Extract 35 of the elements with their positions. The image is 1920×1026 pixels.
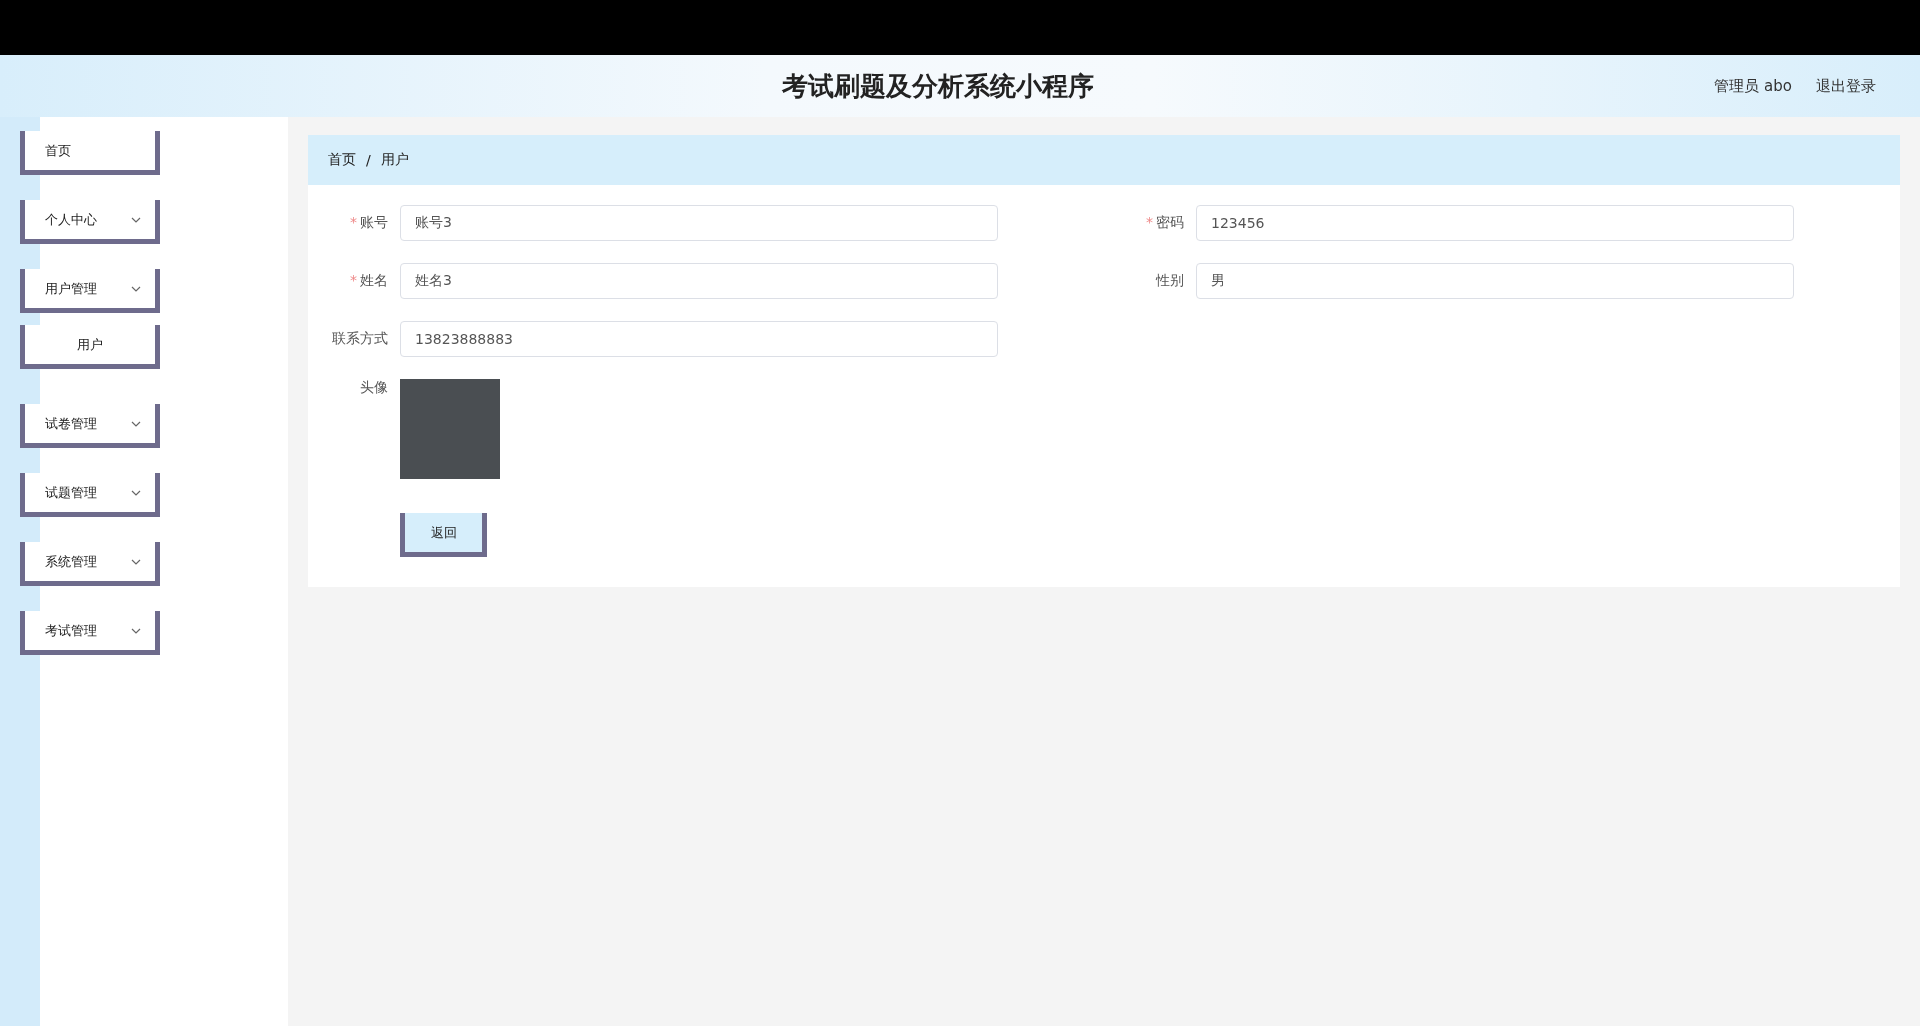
input-field[interactable]: 男: [1196, 263, 1794, 299]
sidebar-item[interactable]: 个人中心: [20, 200, 160, 244]
breadcrumb-separator: /: [366, 152, 371, 168]
chevron-down-icon: [131, 216, 141, 223]
field-label: 姓名: [360, 272, 388, 290]
sidebar-item[interactable]: 考试管理: [20, 611, 160, 655]
field-label: 账号: [360, 214, 388, 232]
sidebar-item[interactable]: 试题管理: [20, 473, 160, 517]
input-field[interactable]: 姓名3: [400, 263, 998, 299]
app-title: 考试刷题及分析系统小程序: [782, 69, 1094, 103]
sidebar-subitem[interactable]: 用户: [20, 325, 160, 369]
sidebar-item[interactable]: 试卷管理: [20, 404, 160, 448]
logout-link[interactable]: 退出登录: [1816, 76, 1876, 96]
sidebar-item[interactable]: 系统管理: [20, 542, 160, 586]
input-field[interactable]: 13823888883: [400, 321, 998, 357]
sidebar-item[interactable]: 用户管理: [20, 269, 160, 313]
back-button[interactable]: 返回: [400, 513, 487, 557]
input-field[interactable]: 123456: [1196, 205, 1794, 241]
field-label: 密码: [1156, 214, 1184, 232]
chevron-down-icon: [131, 489, 141, 496]
chevron-down-icon: [131, 285, 141, 292]
input-field[interactable]: 账号3: [400, 205, 998, 241]
breadcrumb-link[interactable]: 用户: [380, 151, 409, 169]
field-label: 头像: [360, 379, 388, 397]
field-label: 性别: [1156, 272, 1184, 290]
chevron-down-icon: [131, 558, 141, 565]
user-name: 管理员 abo: [1714, 76, 1792, 96]
breadcrumb-link[interactable]: 首页: [328, 151, 356, 169]
sidebar-item[interactable]: 首页: [20, 131, 160, 175]
required-mark: *: [350, 272, 357, 290]
chevron-down-icon: [131, 420, 141, 427]
field-label: 联系方式: [332, 330, 388, 348]
required-mark: *: [1146, 214, 1153, 232]
chevron-down-icon: [131, 627, 141, 634]
required-mark: *: [350, 214, 357, 232]
